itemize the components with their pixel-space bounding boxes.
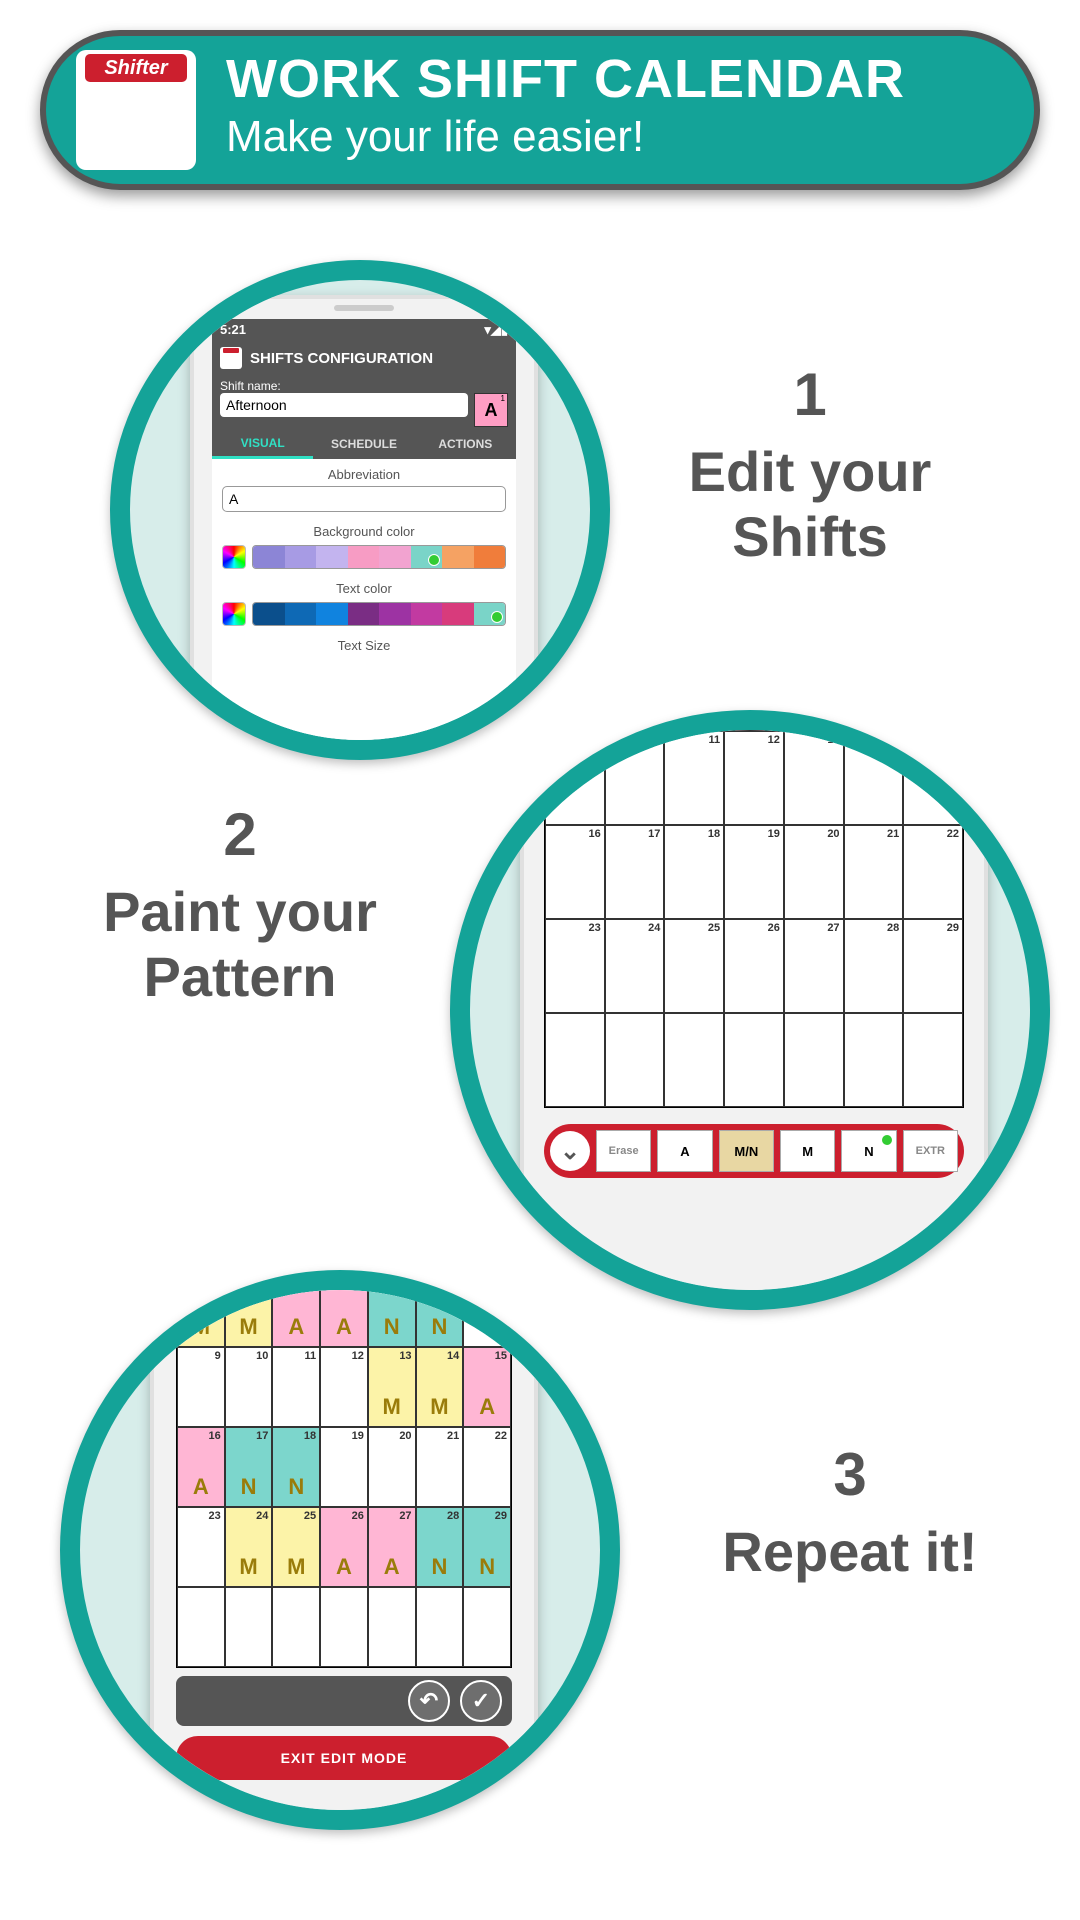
abbr-label: Abbreviation: [222, 467, 506, 482]
banner-subtitle: Make your life easier!: [226, 106, 905, 168]
step-1-number: 1: [570, 360, 1050, 429]
step-1-label: Edit your Shifts: [570, 439, 1050, 569]
step-3-label: Repeat it!: [640, 1519, 1060, 1584]
action-bar: ↶ ✓: [176, 1676, 512, 1726]
color-picker-icon[interactable]: [222, 602, 246, 626]
phone-1-mockup: 5:21 ▾◢▮ SHIFTS CONFIGURATION Shift name…: [190, 295, 538, 760]
step-2-number: 2: [40, 800, 440, 869]
app-logo-label: Shifter: [85, 54, 187, 82]
app-header-icon: [220, 347, 242, 369]
shift-color-chip[interactable]: A1: [474, 393, 508, 427]
undo-button[interactable]: ↶: [408, 1680, 450, 1722]
confirm-button[interactable]: ✓: [460, 1680, 502, 1722]
calendar-grid[interactable]: 2M3M4A5A6N7N8910111213M14M15A16A17N18N19…: [176, 1270, 512, 1668]
step-3-caption: 3 Repeat it!: [640, 1440, 1060, 1584]
status-time: 5:21: [220, 322, 246, 341]
step-2-caption: 2 Paint your Pattern: [40, 800, 440, 1009]
calendar-grid[interactable]: 2M3M4A5A6N7N8910111213141516171819202122…: [544, 710, 964, 1108]
phone-3-mockup: 2M3M4A5A6N7N8910111213M14M15A16A17N18N19…: [150, 1270, 538, 1830]
phone-notch: [334, 305, 394, 311]
app-logo-icon: Shifter: [76, 50, 196, 170]
textsize-label: Text Size: [222, 638, 506, 653]
exit-edit-button[interactable]: EXIT EDIT MODE: [176, 1736, 512, 1780]
erase-button[interactable]: Erase: [596, 1130, 651, 1172]
app-header-title: SHIFTS CONFIGURATION: [250, 350, 433, 367]
step-1-circle: 5:21 ▾◢▮ SHIFTS CONFIGURATION Shift name…: [110, 260, 610, 760]
tab-actions[interactable]: ACTIONS: [415, 429, 516, 459]
step-1-caption: 1 Edit your Shifts: [570, 360, 1050, 569]
banner-title: WORK SHIFT CALENDAR: [226, 52, 905, 106]
shift-chip-mn[interactable]: M/N: [719, 1130, 774, 1172]
step-2-circle: 2M3M4A5A6N7N8910111213141516171819202122…: [450, 710, 1050, 1310]
tab-bar: VISUAL SCHEDULE ACTIONS: [212, 429, 516, 459]
abbr-input[interactable]: [222, 486, 506, 512]
phone-2-mockup: 2M3M4A5A6N7N8910111213141516171819202122…: [520, 710, 988, 1298]
bgcolor-swatches[interactable]: [252, 545, 506, 569]
shift-chip-extr[interactable]: EXTR: [903, 1130, 958, 1172]
chevron-down-icon[interactable]: ⌄: [550, 1131, 590, 1171]
shift-chip-n[interactable]: N: [841, 1130, 896, 1172]
shift-chip-m[interactable]: M: [780, 1130, 835, 1172]
banner: Shifter WORK SHIFT CALENDAR Make your li…: [40, 30, 1040, 190]
shift-palette-bar: ⌄ Erase A M/N M N EXTR: [544, 1124, 964, 1178]
shift-name-label: Shift name:: [220, 379, 508, 393]
step-3-circle: 2M3M4A5A6N7N8910111213M14M15A16A17N18N19…: [60, 1270, 620, 1830]
bgcolor-label: Background color: [222, 524, 506, 539]
tab-visual[interactable]: VISUAL: [212, 429, 313, 459]
app-header: SHIFTS CONFIGURATION: [212, 341, 516, 375]
textcolor-swatches[interactable]: [252, 602, 506, 626]
textcolor-label: Text color: [222, 581, 506, 596]
status-icons: ▾◢▮: [484, 322, 508, 341]
tab-schedule[interactable]: SCHEDULE: [313, 429, 414, 459]
status-bar: 5:21 ▾◢▮: [212, 319, 516, 341]
step-2-label: Paint your Pattern: [40, 879, 440, 1009]
step-3-number: 3: [640, 1440, 1060, 1509]
shift-chip-a[interactable]: A: [657, 1130, 712, 1172]
color-picker-icon[interactable]: [222, 545, 246, 569]
shift-name-input[interactable]: [220, 393, 468, 417]
